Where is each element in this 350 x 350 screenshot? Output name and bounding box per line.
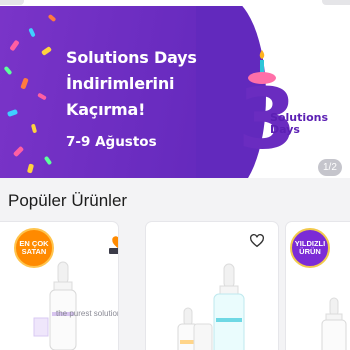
product-card[interactable]: EN ÇOK SATAN the purest solutions [0, 222, 118, 350]
status-right [322, 0, 350, 5]
product-image [33, 261, 77, 350]
badge-label: EN ÇOK SATAN [19, 239, 49, 256]
banner-title-line-1: Solutions Days [66, 48, 197, 67]
product-image [177, 263, 245, 350]
logo-text-line-2: Days [270, 123, 300, 136]
banner-date: 7-9 Ağustos [66, 134, 157, 150]
section-title: Popüler Ürünler [8, 191, 128, 210]
promo-banner[interactable]: Solutions Days İndirimlerini Kaçırma! 7-… [0, 6, 350, 178]
banner-page-indicator: 1/2 [318, 159, 342, 176]
favorite-button-base [109, 248, 118, 254]
product-brand: the purest solutions [56, 309, 118, 318]
product-card[interactable] [146, 222, 278, 350]
flame [259, 50, 265, 59]
favorite-button[interactable] [246, 230, 268, 252]
solutions-days-logo: 3 [238, 50, 296, 158]
product-card[interactable]: YILDIZLI ÜRÜN [286, 222, 350, 350]
product-image [321, 297, 347, 350]
app-screen: { "colors": { "banner_purple": "#6a2cc0"… [0, 0, 350, 350]
logo-text-line-1: Solutions [270, 111, 329, 124]
badge-label: YILDIZLI ÜRÜN [294, 239, 326, 256]
favorite-button[interactable] [108, 232, 118, 254]
banner-title-line-3: Kaçırma! [66, 100, 146, 119]
featured-badge: YILDIZLI ÜRÜN [290, 228, 330, 268]
status-left [0, 0, 24, 5]
heart-outline-icon [250, 233, 264, 248]
banner-title-line-2: İndirimlerini [66, 74, 175, 93]
